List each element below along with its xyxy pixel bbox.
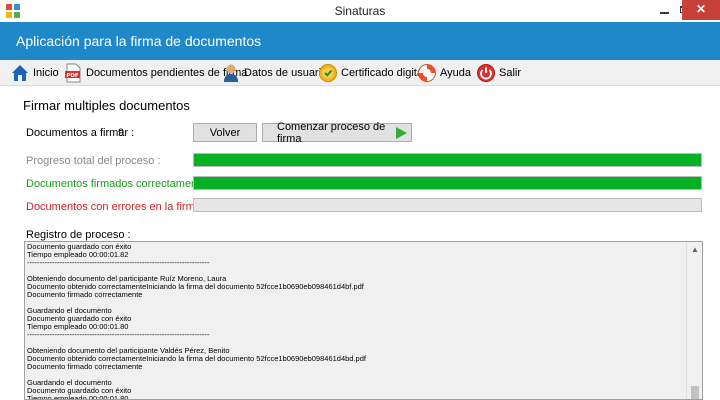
scroll-thumb[interactable] [691, 386, 699, 399]
menu-bar: Inicio PDF Documentos pendientes de firm… [0, 60, 720, 86]
header-title: Aplicación para la firma de documentos [16, 33, 262, 49]
window-title: Sinaturas [334, 4, 386, 18]
minimize-icon [659, 11, 669, 14]
total-progress-label: Progreso total del proceso : [26, 155, 161, 167]
process-log-label: Registro de proceso : [26, 229, 131, 241]
log-line: Documento firmado correctamente [27, 363, 143, 371]
play-icon [396, 127, 407, 139]
volver-button[interactable]: Volver [193, 123, 257, 142]
menu-item-label: Datos de usuario [244, 67, 328, 79]
menu-item-documentos-pendientes[interactable]: PDF Documentos pendientes de firma [63, 62, 247, 84]
volver-button-label: Volver [209, 126, 241, 139]
signed-ok-label: Documentos firmados correctamente : [26, 178, 213, 190]
close-button[interactable]: ✕ [682, 0, 720, 20]
scroll-up-arrow-icon[interactable]: ▲ [687, 242, 702, 258]
log-line: Documento guardado con éxito [27, 387, 132, 395]
docs-to-sign-count: 9 [118, 127, 125, 139]
signed-ok-progress-bar [193, 176, 702, 190]
log-line: ----------------------------------------… [27, 331, 210, 339]
log-line: Guardando el documento [27, 379, 112, 387]
start-signing-button-label: Comenzar proceso de firma [277, 120, 386, 145]
log-line: Obteniendo documento del participante Ru… [27, 275, 227, 283]
log-line: Tiempo empleado 00:00:01.80 [27, 395, 129, 400]
svg-text:PDF: PDF [66, 73, 79, 79]
total-progress-bar [193, 153, 702, 167]
user-icon [224, 64, 238, 82]
window-titlebar: Sinaturas ✕ [0, 0, 720, 22]
signed-ok-progress-fill [194, 177, 701, 189]
log-line: Guardando el documento [27, 307, 112, 315]
log-line: ----------------------------------------… [27, 259, 210, 267]
process-log-lines: Documento guardado con éxito Tiempo emple… [27, 243, 687, 400]
lifebuoy-icon [418, 64, 436, 82]
home-icon [12, 65, 28, 81]
log-line: Documento guardado con éxito [27, 315, 132, 323]
pdf-icon: PDF [65, 63, 81, 83]
power-icon [477, 64, 495, 82]
certificate-icon [319, 64, 337, 82]
log-line: Documento firmado correctamente [27, 291, 143, 299]
log-line: Tiempo empleado 00:00:01.82 [27, 251, 129, 259]
menu-item-salir[interactable]: Salir [476, 62, 521, 84]
signing-errors-progress-bar [193, 198, 702, 212]
log-line: Documento guardado con éxito [27, 243, 132, 251]
close-icon: ✕ [695, 2, 707, 16]
log-scrollbar[interactable]: ▲ [686, 242, 702, 399]
menu-item-label: Salir [499, 67, 522, 79]
menu-item-label: Inicio [33, 67, 59, 79]
log-line: Tiempo empleado 00:00:01.80 [27, 323, 129, 331]
log-line: Documento obtenido correctamenteIniciand… [27, 283, 364, 291]
section-title: Firmar multiples documentos [23, 98, 190, 113]
menu-item-label: Ayuda [440, 67, 471, 79]
signing-errors-label: Documentos con errores en la firma : [26, 201, 207, 213]
total-progress-fill [194, 154, 701, 166]
process-log[interactable]: Documento guardado con éxito Tiempo emple… [24, 241, 703, 400]
menu-item-datos-usuario[interactable]: Datos de usuario [221, 62, 327, 84]
menu-item-inicio[interactable]: Inicio [10, 62, 59, 84]
log-line: Obteniendo documento del participante Va… [27, 347, 230, 355]
app-header: Aplicación para la firma de documentos [0, 22, 720, 60]
menu-item-certificado-digital[interactable]: Certificado digital [318, 62, 425, 84]
start-signing-button[interactable]: Comenzar proceso de firma [262, 120, 412, 145]
menu-item-label: Certificado digital [341, 67, 426, 79]
log-line: Documento obtenido correctamenteIniciand… [27, 355, 366, 363]
menu-item-ayuda[interactable]: Ayuda [417, 62, 471, 84]
